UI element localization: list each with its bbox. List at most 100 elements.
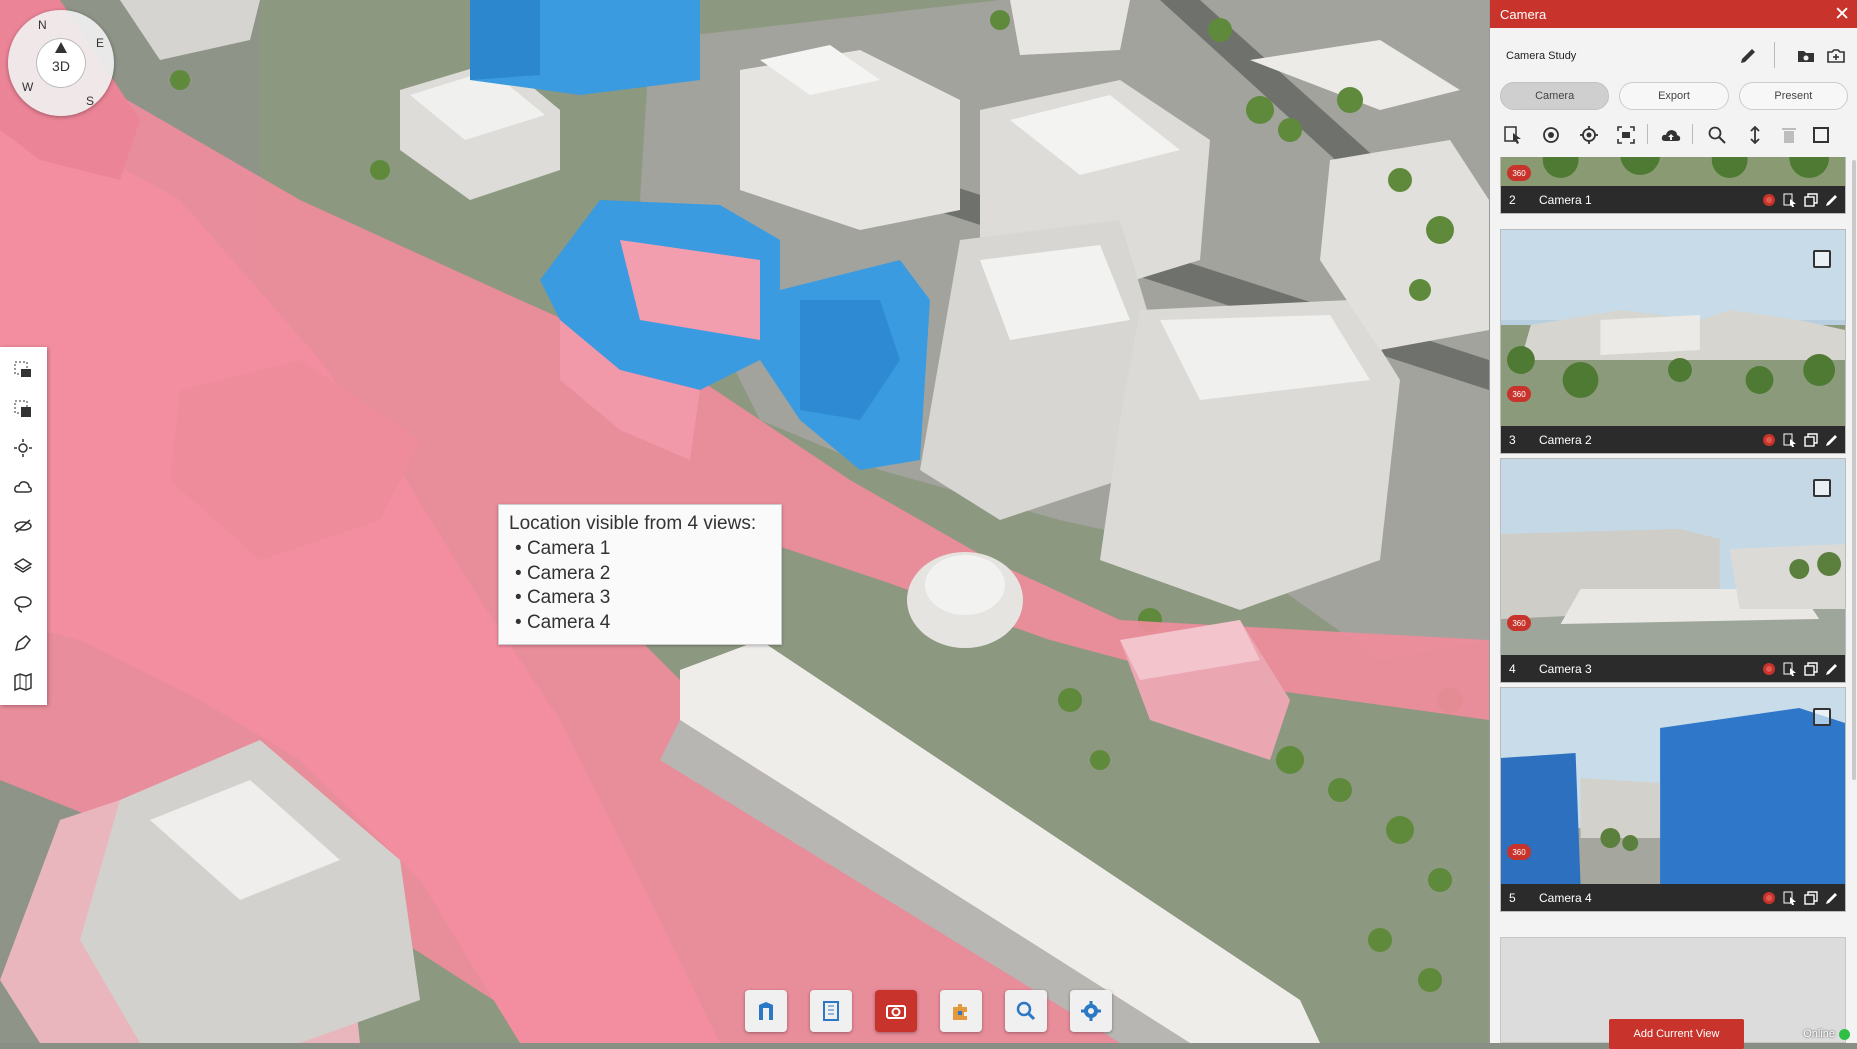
cloud-icon[interactable] [8, 472, 38, 502]
locate-icon[interactable] [1578, 124, 1600, 146]
delete-icon[interactable] [1778, 124, 1800, 146]
visibility-tooltip: Location visible from 4 views: • Camera … [498, 504, 782, 645]
document-button[interactable] [810, 990, 852, 1032]
camera-panel: Camera ✕ Camera Study Camera Export Pres… [1489, 0, 1857, 1049]
camera-select-checkbox[interactable] [1813, 708, 1831, 726]
tooltip-title: Location visible from 4 views: [509, 513, 757, 534]
360-badge: 360 [1507, 844, 1531, 860]
puzzle-icon [953, 1004, 967, 1020]
close-icon[interactable]: ✕ [1834, 5, 1850, 24]
panel-title-bar: Camera ✕ [1490, 0, 1857, 28]
building-icon [759, 1002, 773, 1020]
panel-title: Camera [1500, 6, 1547, 22]
edit-icon[interactable] [1825, 433, 1839, 447]
online-indicator [1839, 1028, 1850, 1040]
camera-icon [886, 1005, 906, 1019]
record-icon[interactable] [1762, 662, 1776, 676]
camera-number: 3 [1509, 432, 1516, 447]
view-mode-toggle[interactable]: 3D [36, 38, 86, 88]
compass-north: N [38, 18, 47, 32]
camera-thumbnail [1501, 459, 1845, 655]
tooltip-item: • Camera 3 [515, 587, 611, 608]
divider [1774, 42, 1775, 68]
duplicate-icon[interactable] [1804, 890, 1818, 905]
duplicate-icon[interactable] [1804, 192, 1818, 207]
camera-card[interactable]: 360 5 Camera 4 [1500, 687, 1846, 912]
layers-icon[interactable] [8, 550, 38, 580]
camera-name: Camera 4 [1539, 890, 1592, 905]
edit-study-icon[interactable] [1738, 46, 1758, 71]
camera-list[interactable]: 360 2 Camera 1 360 3 Camera 2 360 4 Came… [1500, 157, 1846, 1043]
camera-card-footer: 3 Camera 2 [1501, 426, 1845, 453]
building-button[interactable] [745, 990, 787, 1032]
settings-icon [1081, 1001, 1101, 1021]
camera-number: 5 [1509, 890, 1516, 905]
select-view-icon[interactable] [1783, 891, 1797, 905]
select-camera-icon[interactable] [1502, 124, 1524, 146]
settings-button[interactable] [1070, 990, 1112, 1032]
tab-camera[interactable]: Camera [1500, 82, 1610, 110]
left-toolbar [0, 347, 47, 705]
select-view-icon[interactable] [1783, 662, 1797, 676]
study-name: Camera Study [1506, 50, 1577, 62]
duplicate-icon[interactable] [1804, 661, 1818, 676]
camera-name: Camera 3 [1539, 661, 1592, 676]
camera-card[interactable]: 360 4 Camera 3 [1500, 458, 1846, 683]
sun-icon[interactable] [8, 433, 38, 463]
camera-name: Camera 2 [1539, 432, 1592, 447]
edit-icon[interactable] [1825, 662, 1839, 676]
camera-card-footer: 5 Camera 4 [1501, 884, 1845, 911]
map-icon[interactable] [8, 667, 38, 697]
camera-thumbnail [1501, 157, 1845, 186]
divider [1692, 124, 1693, 144]
search-button[interactable] [1005, 990, 1047, 1032]
record-icon[interactable] [1762, 433, 1776, 447]
bottom-dock [745, 990, 1112, 1032]
status-text: Online [1803, 1028, 1835, 1040]
select-all-checkbox[interactable] [1810, 124, 1832, 146]
lasso-icon[interactable] [8, 589, 38, 619]
search-icon [1016, 1001, 1036, 1021]
compass[interactable]: N E S W 3D [8, 10, 114, 116]
select-view-icon[interactable] [1783, 193, 1797, 207]
camera-button[interactable] [875, 990, 917, 1032]
hide-view-icon[interactable] [8, 511, 38, 541]
panel-toolbar [1490, 114, 1857, 154]
target-icon[interactable] [1540, 124, 1562, 146]
select-camera-icon[interactable] [8, 394, 38, 424]
search-icon[interactable] [1706, 124, 1728, 146]
add-view-area: Add Current View [1500, 937, 1846, 1049]
reorder-icon[interactable] [1744, 124, 1766, 146]
study-header: Camera Study [1490, 28, 1857, 84]
camera-thumbnail [1501, 230, 1845, 426]
camera-card-footer: 2 Camera 1 [1501, 186, 1845, 213]
panel-scrollbar[interactable] [1852, 160, 1856, 780]
view-mode-label: 3D [52, 58, 70, 74]
add-current-view-button[interactable]: Add Current View [1609, 1019, 1744, 1049]
tooltip-item: • Camera 1 [515, 538, 611, 559]
tab-present[interactable]: Present [1738, 82, 1848, 110]
duplicate-icon[interactable] [1804, 432, 1818, 447]
tab-export[interactable]: Export [1619, 82, 1729, 110]
camera-select-checkbox[interactable] [1813, 479, 1831, 497]
puzzle-button[interactable] [940, 990, 982, 1032]
camera-select-checkbox[interactable] [1813, 250, 1831, 268]
edit-icon[interactable] [1825, 891, 1839, 905]
add-camera-icon[interactable] [1826, 46, 1846, 71]
area-camera-icon[interactable] [8, 355, 38, 385]
camera-card[interactable]: 360 2 Camera 1 [1500, 157, 1846, 214]
camera-number: 2 [1509, 192, 1516, 207]
select-view-icon[interactable] [1783, 433, 1797, 447]
folder-icon[interactable] [1796, 46, 1816, 71]
north-arrow-icon [55, 42, 67, 53]
camera-card[interactable]: 360 3 Camera 2 [1500, 229, 1846, 454]
record-icon[interactable] [1762, 193, 1776, 207]
edit-icon[interactable] [1825, 193, 1839, 207]
360-badge: 360 [1507, 615, 1531, 631]
screenshot-icon[interactable] [1615, 124, 1637, 146]
record-icon[interactable] [1762, 891, 1776, 905]
cloud-upload-icon[interactable] [1660, 124, 1682, 146]
pen-icon[interactable] [8, 628, 38, 658]
document-icon [823, 1001, 839, 1021]
tooltip-item: • Camera 2 [515, 562, 611, 584]
